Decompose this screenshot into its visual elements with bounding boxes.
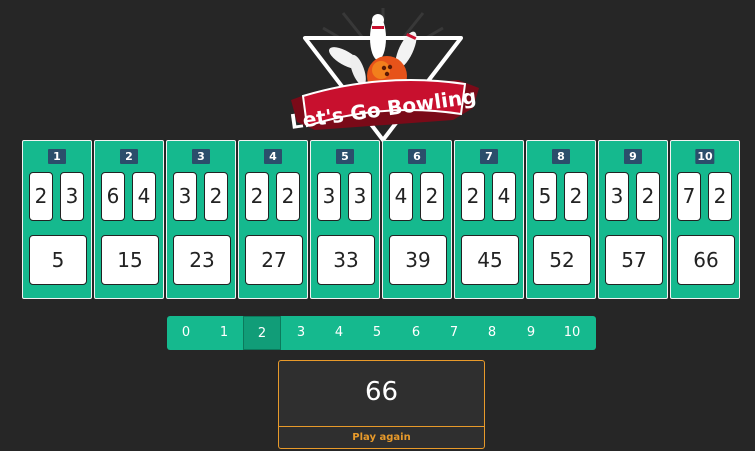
- pin-option-8[interactable]: 8: [473, 316, 511, 350]
- frame-score-box: 66: [677, 235, 735, 285]
- pin-option-0[interactable]: 0: [167, 316, 205, 350]
- frame-number-badge: 1: [48, 149, 66, 164]
- roll-1-box: 2: [245, 172, 269, 221]
- frame: 6 4 2 39: [382, 140, 452, 299]
- frame-score-box: 15: [101, 235, 159, 285]
- frame: 3 3 2 23: [166, 140, 236, 299]
- roll-1-box: 6: [101, 172, 125, 221]
- frame-number-badge: 7: [480, 149, 498, 164]
- roll-2-box: 4: [492, 172, 516, 221]
- frame-score-box: 45: [461, 235, 519, 285]
- play-again-button[interactable]: Play again: [279, 427, 484, 449]
- frame-score-box: 52: [533, 235, 591, 285]
- pin-option-10[interactable]: 10: [553, 316, 591, 350]
- frame: 9 3 2 57: [598, 140, 668, 299]
- total-score-panel: 66 Play again: [278, 360, 485, 449]
- pin-option-6[interactable]: 6: [397, 316, 435, 350]
- frame-number-badge: 8: [552, 149, 570, 164]
- roll-2-box: 2: [420, 172, 444, 221]
- frame-score-box: 5: [29, 235, 87, 285]
- total-score: 66: [364, 377, 399, 407]
- frame-score-box: 23: [173, 235, 231, 285]
- pin-option-4[interactable]: 4: [320, 316, 358, 350]
- frame: 4 2 2 27: [238, 140, 308, 299]
- roll-1-box: 2: [29, 172, 53, 221]
- roll-1-box: 4: [389, 172, 413, 221]
- roll-1-box: 5: [533, 172, 557, 221]
- frame-number-badge: 4: [264, 149, 282, 164]
- roll-2-box: 2: [276, 172, 300, 221]
- roll-2-box: 2: [564, 172, 588, 221]
- frame: 7 2 4 45: [454, 140, 524, 299]
- pin-option-3[interactable]: 3: [282, 316, 320, 350]
- frame: 2 6 4 15: [94, 140, 164, 299]
- pin-count-selector: 0 1 2 3 4 5 6 7 8 9 10: [167, 316, 596, 350]
- frame: 10 7 2 66: [670, 140, 740, 299]
- frame-score-box: 27: [245, 235, 303, 285]
- frame-number-badge: 2: [120, 149, 138, 164]
- roll-2-box: 2: [636, 172, 660, 221]
- frame: 1 2 3 5: [22, 140, 92, 299]
- roll-1-box: 3: [605, 172, 629, 221]
- frame-score-box: 33: [317, 235, 375, 285]
- roll-2-box: 3: [348, 172, 372, 221]
- roll-1-box: 3: [317, 172, 341, 221]
- roll-2-box: 3: [60, 172, 84, 221]
- pin-option-7[interactable]: 7: [435, 316, 473, 350]
- frame-score-box: 39: [389, 235, 447, 285]
- frame-number-badge: 9: [624, 149, 642, 164]
- pin-option-9[interactable]: 9: [512, 316, 550, 350]
- frame: 8 5 2 52: [526, 140, 596, 299]
- pin-option-5[interactable]: 5: [358, 316, 396, 350]
- roll-1-box: 3: [173, 172, 197, 221]
- pin-option-1[interactable]: 1: [205, 316, 243, 350]
- roll-2-box: 2: [708, 172, 732, 221]
- frame-number-badge: 3: [192, 149, 210, 164]
- frame: 5 3 3 33: [310, 140, 380, 299]
- roll-2-box: 4: [132, 172, 156, 221]
- roll-1-box: 7: [677, 172, 701, 221]
- frame-number-badge: 10: [695, 149, 715, 164]
- frame-score-box: 57: [605, 235, 663, 285]
- roll-1-box: 2: [461, 172, 485, 221]
- roll-2-box: 2: [204, 172, 228, 221]
- lets-go-bowling-logo: Let's Go Bowling: [289, 8, 479, 142]
- frame-number-badge: 6: [408, 149, 426, 164]
- scorecard: 1 2 3 5 2 6 4 15 3 3 2 23 4 2 2 27 5 3 3…: [22, 140, 742, 301]
- pin-option-2[interactable]: 2: [243, 316, 281, 350]
- frame-number-badge: 5: [336, 149, 354, 164]
